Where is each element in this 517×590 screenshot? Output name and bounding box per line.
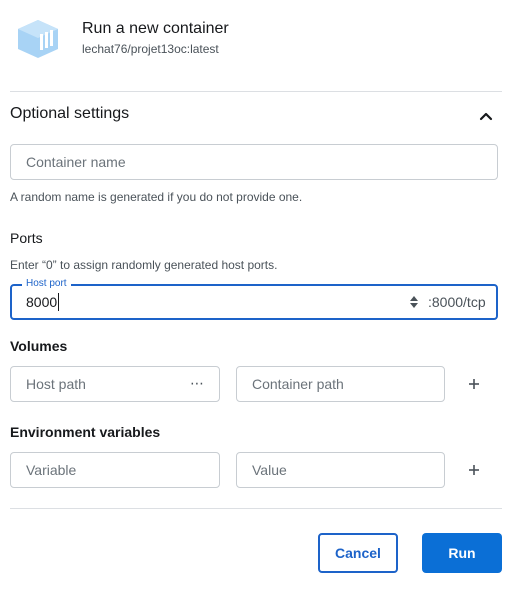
value-input[interactable] [237,453,444,487]
container-path-field[interactable] [236,366,445,402]
ports-title: Ports [10,230,43,246]
optional-settings-title: Optional settings [10,105,130,122]
container-port-suffix: :8000/tcp [428,294,486,310]
container-name-input[interactable] [11,145,497,179]
browse-dots-icon[interactable]: ⋯ [190,375,205,392]
variable-field[interactable] [10,452,220,488]
footer-divider [10,508,502,509]
header-divider [10,91,502,92]
container-path-input[interactable] [237,367,444,401]
container-name-help: A random name is generated if you do not… [10,190,303,204]
variable-input[interactable] [11,453,219,487]
host-path-field[interactable]: ⋯ [10,366,220,402]
host-port-label: Host port [22,278,71,289]
image-name: lechat76/projet13oc:latest [82,42,219,56]
text-caret [58,293,59,311]
chevron-up-icon[interactable] [476,106,496,126]
spinner-icon[interactable] [408,294,420,310]
container-name-field[interactable] [10,144,498,180]
ports-help: Enter “0” to assign randomly generated h… [10,258,278,272]
add-env-plus-icon[interactable] [464,460,484,480]
add-volume-plus-icon[interactable] [464,374,484,394]
host-path-input[interactable] [11,367,219,401]
cancel-button[interactable]: Cancel [318,533,398,573]
volumes-title: Volumes [10,338,68,354]
dialog-title: Run a new container [82,20,229,37]
run-button[interactable]: Run [422,533,502,573]
host-port-input[interactable]: 8000 [26,294,57,310]
env-title: Environment variables [10,424,161,440]
host-port-field[interactable]: Host port 8000 :8000/tcp [10,278,498,320]
value-field[interactable] [236,452,445,488]
container-image-icon [14,18,62,60]
